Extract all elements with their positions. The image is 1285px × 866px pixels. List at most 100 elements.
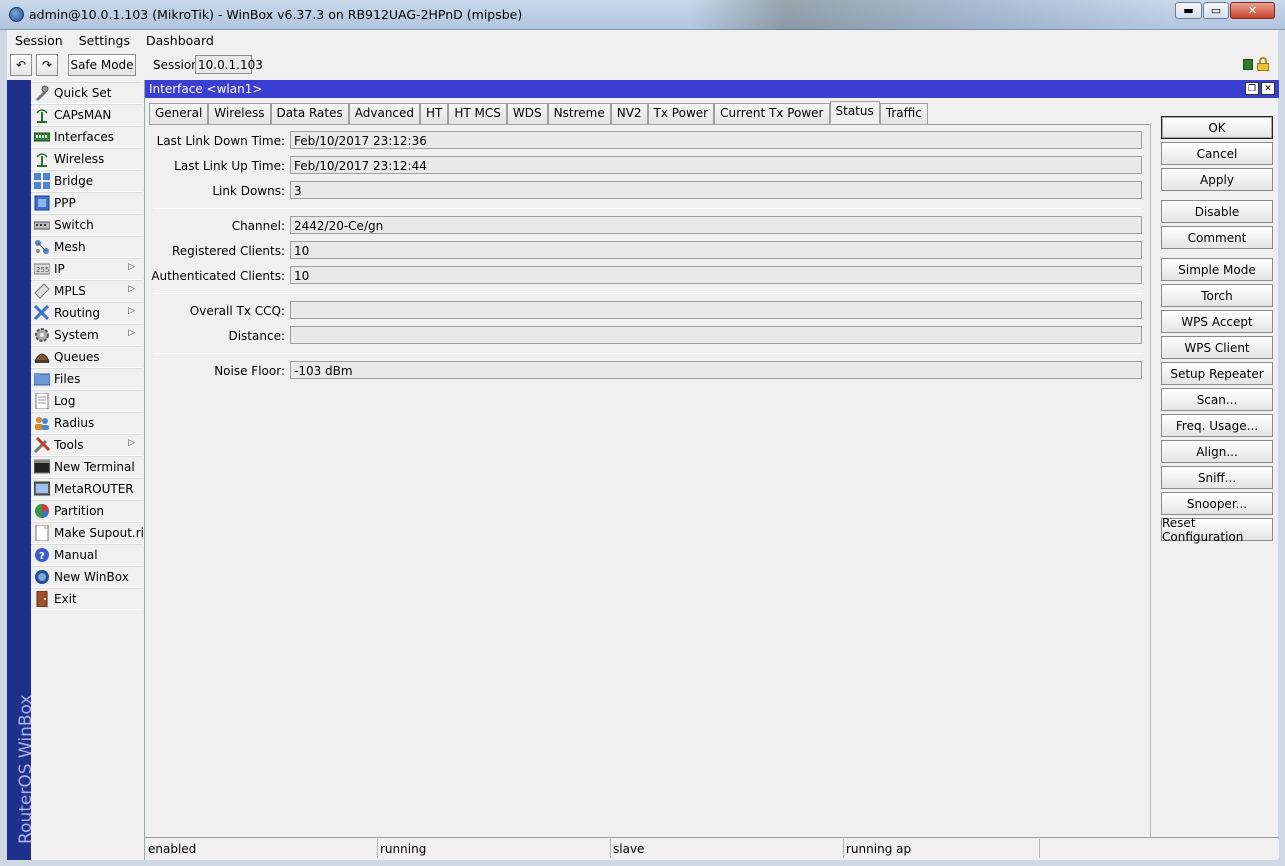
tab-wireless[interactable]: Wireless xyxy=(208,103,271,124)
cancel-button[interactable]: Cancel xyxy=(1161,142,1273,165)
authenticated-clients-field[interactable]: 10 xyxy=(290,266,1142,284)
registered-clients-field[interactable]: 10 xyxy=(290,241,1142,259)
ok-button[interactable]: OK xyxy=(1161,116,1273,139)
tab-current-tx-power[interactable]: Current Tx Power xyxy=(714,103,830,124)
sidebar-item-ip[interactable]: 255 IP ▷ xyxy=(31,258,143,280)
sidebar-item-switch[interactable]: Switch xyxy=(31,214,143,236)
disable-button[interactable]: Disable xyxy=(1161,200,1273,223)
session-field[interactable]: 10.0.1.103 xyxy=(195,55,263,74)
redo-button[interactable]: ↷ xyxy=(36,54,58,76)
sidebar-item-exit[interactable]: Exit xyxy=(31,588,143,610)
freq-usage-button[interactable]: Freq. Usage... xyxy=(1161,414,1273,437)
menu-settings[interactable]: Settings xyxy=(71,33,138,48)
sidebar-item-log[interactable]: Log xyxy=(31,390,143,412)
button-column-divider xyxy=(1150,124,1151,837)
tab-wds[interactable]: WDS xyxy=(506,103,548,124)
sidebar-item-radius[interactable]: Radius xyxy=(31,412,143,434)
sidebar-item-label: MPLS xyxy=(54,283,86,298)
sidebar-item-metarouter[interactable]: MetaROUTER xyxy=(31,478,143,500)
align-button[interactable]: Align... xyxy=(1161,440,1273,463)
link-downs-field[interactable]: 3 xyxy=(290,181,1142,199)
tab-ht-mcs[interactable]: HT MCS xyxy=(448,103,507,124)
tab-advanced[interactable]: Advanced xyxy=(348,103,421,124)
submenu-arrow-icon: ▷ xyxy=(128,438,135,448)
safe-mode-button[interactable]: Safe Mode xyxy=(68,54,136,76)
dialog-close-button[interactable]: ✕ xyxy=(1261,82,1275,95)
sidebar-item-new-winbox[interactable]: New WinBox xyxy=(31,566,143,588)
last-link-down-time-label: Last Link Down Time: xyxy=(156,134,285,148)
sidebar-item-files[interactable]: Files xyxy=(31,368,143,390)
link-downs-label: Link Downs: xyxy=(212,184,285,198)
sidebar-item-label: Queues xyxy=(54,349,100,364)
window-frame-right xyxy=(1278,30,1285,866)
sidebar-item-manual[interactable]: ? Manual xyxy=(31,544,143,566)
sidebar-item-label: CAPsMAN xyxy=(54,107,112,122)
tab-tx-power[interactable]: Tx Power xyxy=(647,103,715,124)
sidebar-item-mesh[interactable]: Mesh xyxy=(31,236,143,258)
window-title-bar: admin@10.0.1.103 (MikroTik) - WinBox v6.… xyxy=(0,0,1285,30)
sidebar-item-bridge[interactable]: Bridge xyxy=(31,170,143,192)
sidebar-item-capsman[interactable]: CAPsMAN xyxy=(31,104,143,126)
winbox-app-icon xyxy=(9,7,24,22)
minimize-button[interactable]: ▬ xyxy=(1175,2,1202,19)
setup-repeater-button[interactable]: Setup Repeater xyxy=(1161,362,1273,385)
mesh-icon xyxy=(34,239,50,255)
sidebar-item-tools[interactable]: Tools ▷ xyxy=(31,434,143,456)
sidebar-item-label: Log xyxy=(54,393,76,408)
comment-button[interactable]: Comment xyxy=(1161,226,1273,249)
maximize-button[interactable]: ▭ xyxy=(1203,2,1229,19)
metarouter-icon xyxy=(33,481,51,497)
wps-client-button[interactable]: WPS Client xyxy=(1161,336,1273,359)
last-link-up-time-field[interactable]: Feb/10/2017 23:12:44 xyxy=(290,156,1142,174)
last-link-up-time-label: Last Link Up Time: xyxy=(174,159,285,173)
capsman-icon xyxy=(34,107,50,123)
submenu-arrow-icon: ▷ xyxy=(128,328,135,338)
quick-set-icon xyxy=(34,85,50,101)
menu-dashboard[interactable]: Dashboard xyxy=(138,33,222,48)
tab-data-rates[interactable]: Data Rates xyxy=(270,103,349,124)
last-link-down-time-field[interactable]: Feb/10/2017 23:12:36 xyxy=(290,131,1142,149)
divider xyxy=(153,353,1142,354)
sidebar-item-interfaces[interactable]: Interfaces xyxy=(31,126,143,148)
sidebar-item-mpls[interactable]: MPLS ▷ xyxy=(31,280,143,302)
sidebar-item-new-terminal[interactable]: New Terminal xyxy=(31,456,143,478)
tab-general[interactable]: General xyxy=(149,103,209,124)
tab-nv2[interactable]: NV2 xyxy=(610,103,648,124)
tab-ht[interactable]: HT xyxy=(420,103,449,124)
tab-traffic[interactable]: Traffic xyxy=(879,103,928,124)
window-title: admin@10.0.1.103 (MikroTik) - WinBox v6.… xyxy=(29,7,523,22)
sidebar-item-ppp[interactable]: PPP xyxy=(31,192,143,214)
wps-accept-button[interactable]: WPS Accept xyxy=(1161,310,1273,333)
reset-configuration-button[interactable]: Reset Configuration xyxy=(1161,516,1273,544)
undo-button[interactable]: ↶ xyxy=(10,54,32,76)
apply-button[interactable]: Apply xyxy=(1161,168,1273,191)
sidebar-item-make-supout[interactable]: Make Supout.rif xyxy=(31,522,148,544)
sidebar-item-label: Mesh xyxy=(54,239,86,254)
sidebar-item-partition[interactable]: Partition xyxy=(31,500,143,522)
sidebar-item-queues[interactable]: Queues xyxy=(31,346,143,368)
winbox-icon xyxy=(34,569,50,585)
noise-floor-field[interactable]: -103 dBm xyxy=(290,361,1142,379)
channel-field[interactable]: 2442/20-Ce/gn xyxy=(290,216,1142,234)
torch-button[interactable]: Torch xyxy=(1161,284,1273,307)
menu-session[interactable]: Session xyxy=(7,33,71,48)
sidebar-item-routing[interactable]: Routing ▷ xyxy=(31,302,143,324)
simple-mode-button[interactable]: Simple Mode xyxy=(1161,258,1273,281)
sidebar-item-quick-set[interactable]: Quick Set xyxy=(31,82,143,104)
scan-button[interactable]: Scan... xyxy=(1161,388,1273,411)
tab-nstreme[interactable]: Nstreme xyxy=(547,103,611,124)
dialog-restore-button[interactable]: ❐ xyxy=(1245,82,1259,95)
sniff-button[interactable]: Sniff... xyxy=(1161,466,1273,489)
close-button[interactable]: ✕ xyxy=(1230,2,1275,19)
routing-icon xyxy=(33,304,50,321)
interface-dialog: Interface <wlan1> ❐ ✕ General Wireless D… xyxy=(144,80,1279,860)
undo-icon: ↶ xyxy=(15,58,27,72)
distance-field[interactable] xyxy=(290,326,1142,344)
svg-text:255: 255 xyxy=(36,266,49,274)
sidebar-item-system[interactable]: System ▷ xyxy=(31,324,143,346)
tab-status[interactable]: Status xyxy=(829,101,880,124)
overall-tx-ccq-field[interactable] xyxy=(290,301,1142,319)
snooper-button[interactable]: Snooper... xyxy=(1161,492,1273,515)
sidebar-item-label: Interfaces xyxy=(54,129,114,144)
sidebar-item-wireless[interactable]: Wireless xyxy=(31,148,143,170)
